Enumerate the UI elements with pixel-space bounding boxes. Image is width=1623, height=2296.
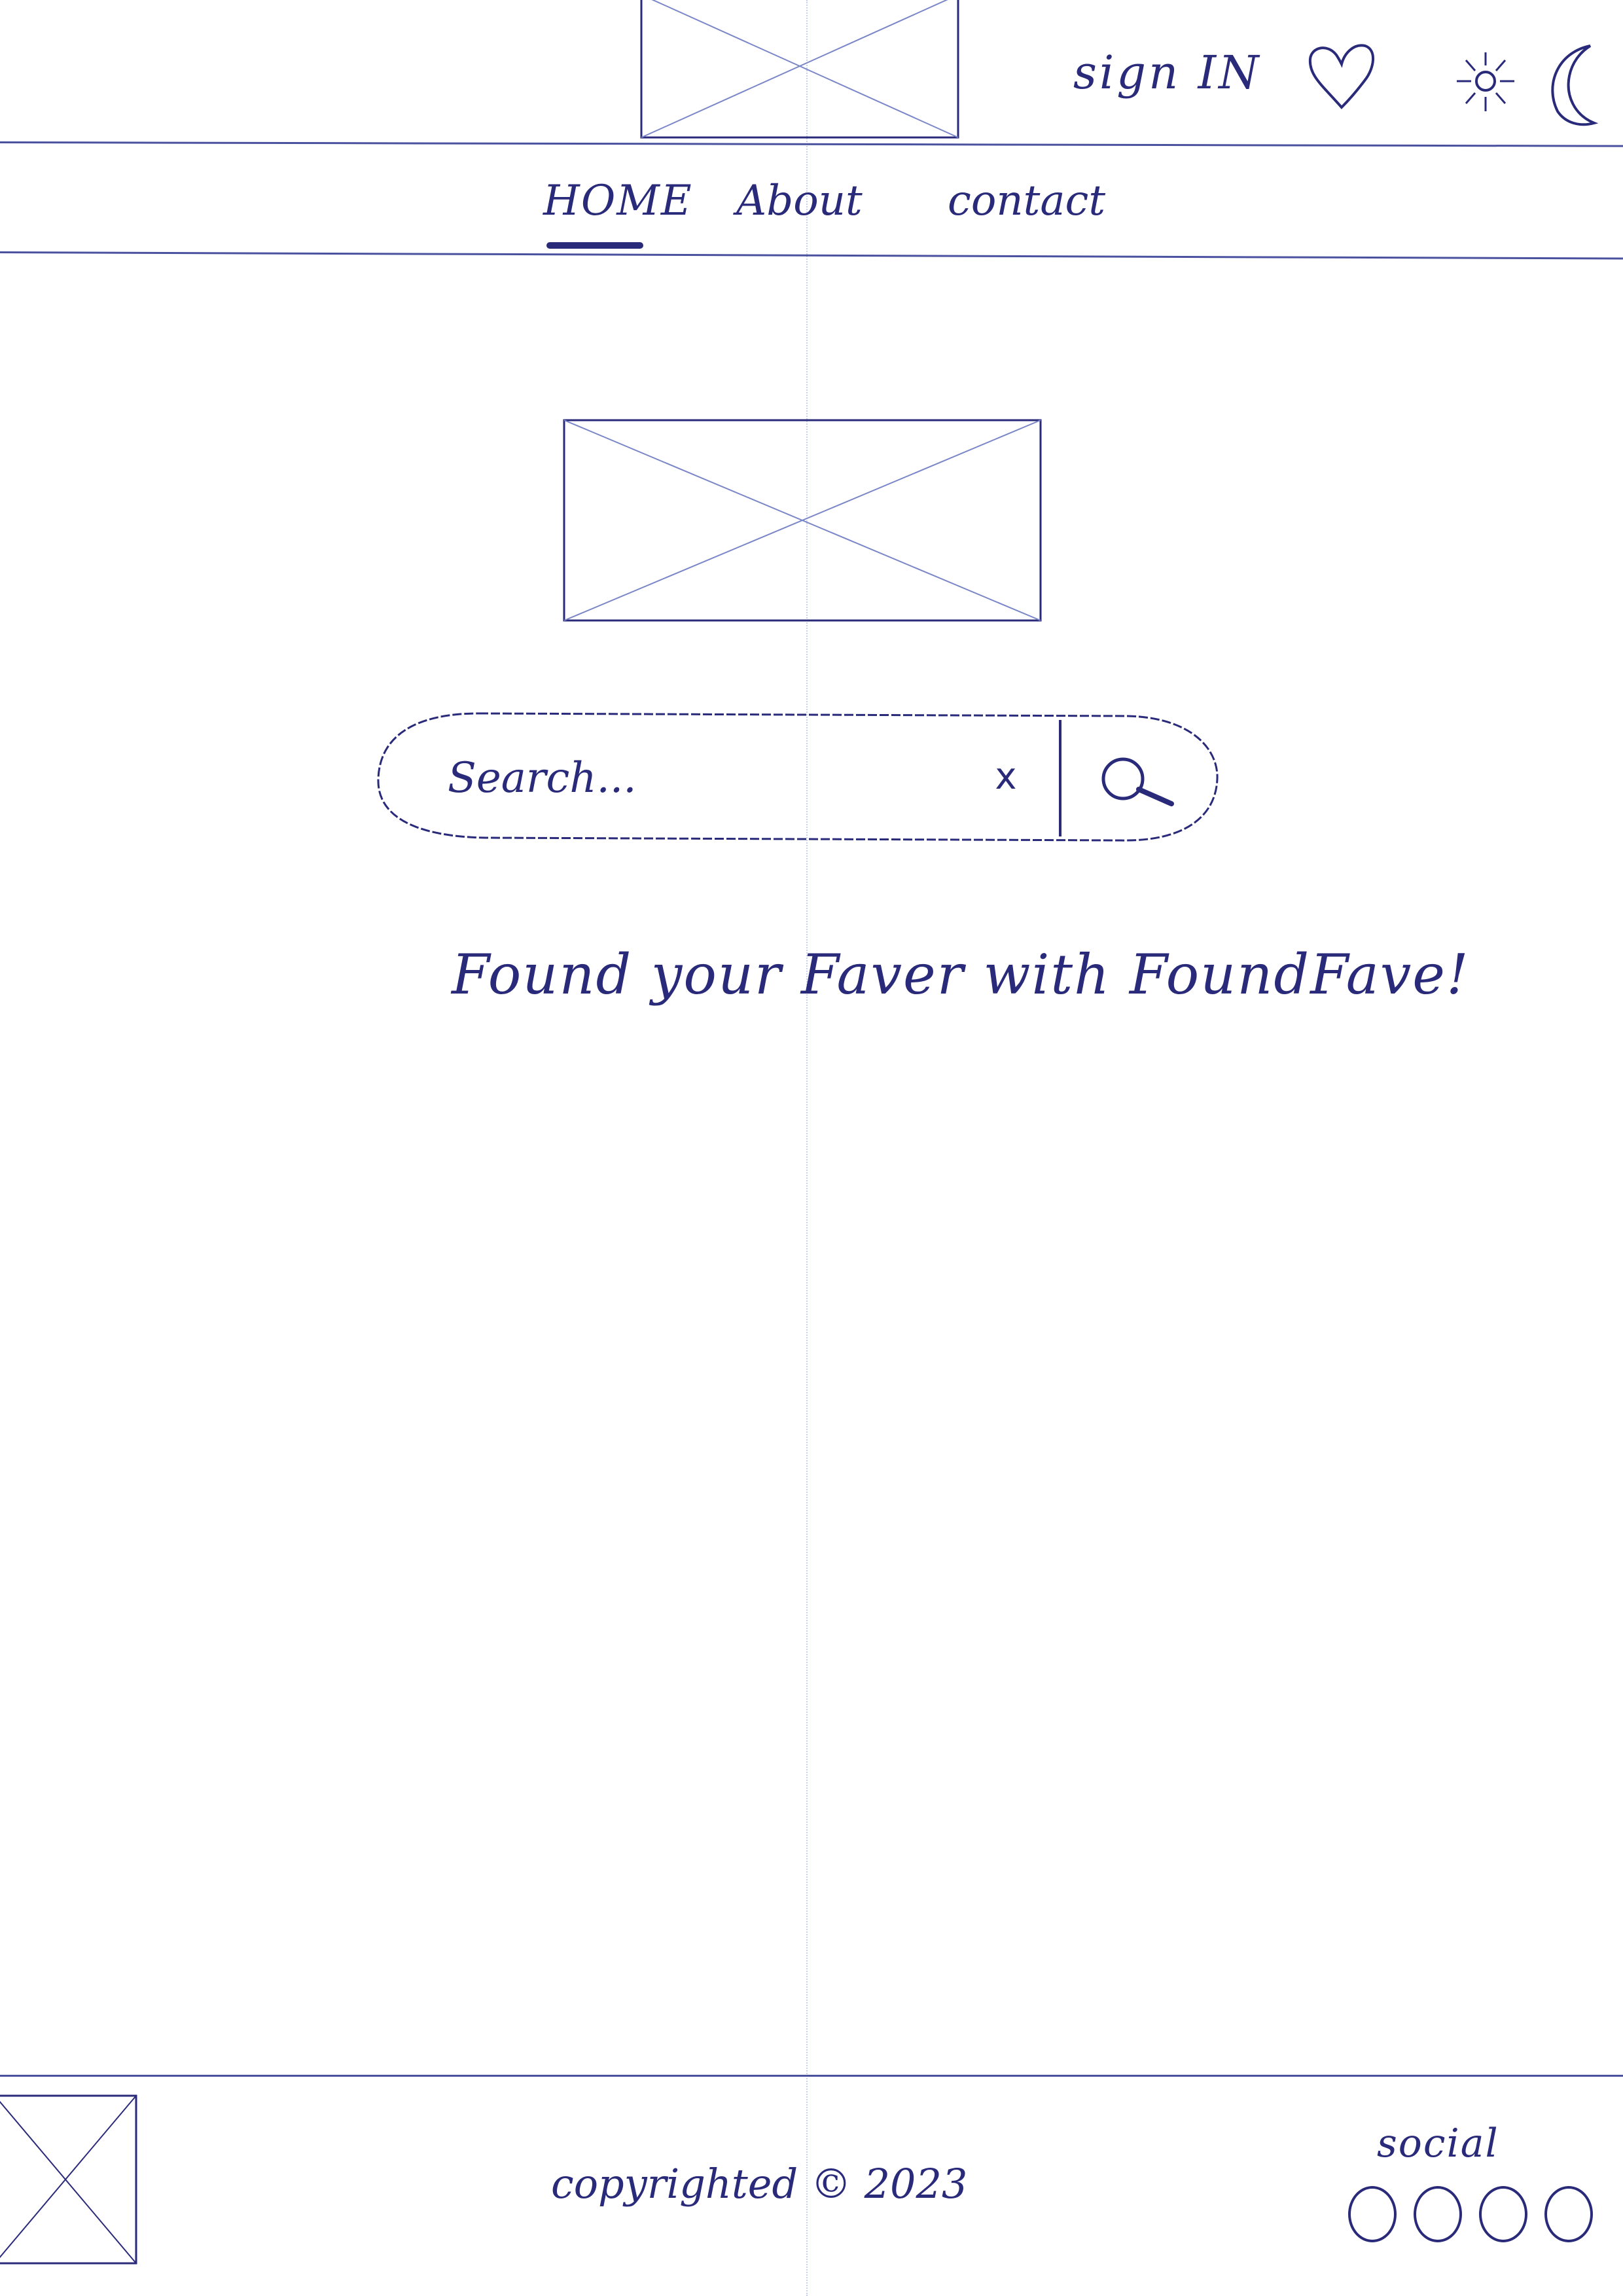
hero-image-placeholder <box>563 419 1042 622</box>
nav-divider <box>0 251 1623 260</box>
center-guide-line <box>806 0 808 2296</box>
social-links <box>1348 2186 1623 2258</box>
social-link-1[interactable] <box>1348 2186 1397 2242</box>
search-bar: x <box>374 711 1220 844</box>
nav-item-about[interactable]: About <box>736 177 863 225</box>
tagline: Found your Faver with FoundFave! <box>452 942 1470 1007</box>
footer-logo-placeholder[interactable] <box>0 2094 137 2265</box>
footer-divider <box>0 2075 1623 2077</box>
social-label: social <box>1377 2121 1499 2166</box>
heart-icon[interactable] <box>1302 39 1381 118</box>
copyright-text: copyrighted © 2023 <box>551 2160 968 2208</box>
sun-icon[interactable] <box>1446 39 1525 124</box>
social-link-4[interactable] <box>1544 2186 1593 2242</box>
search-button[interactable] <box>1060 720 1204 835</box>
nav-active-indicator <box>546 242 643 249</box>
sign-in-link[interactable]: sign IN <box>1073 46 1261 99</box>
clear-search-button[interactable]: x <box>976 747 1035 806</box>
nav-item-home[interactable]: HOME <box>543 177 693 225</box>
search-input[interactable] <box>446 745 972 812</box>
header-logo-placeholder[interactable] <box>640 0 959 144</box>
social-link-3[interactable] <box>1479 2186 1527 2242</box>
social-link-2[interactable] <box>1414 2186 1462 2242</box>
magnifier-icon <box>1101 757 1174 806</box>
moon-icon[interactable] <box>1531 39 1603 131</box>
nav-item-contact[interactable]: contact <box>948 177 1105 225</box>
